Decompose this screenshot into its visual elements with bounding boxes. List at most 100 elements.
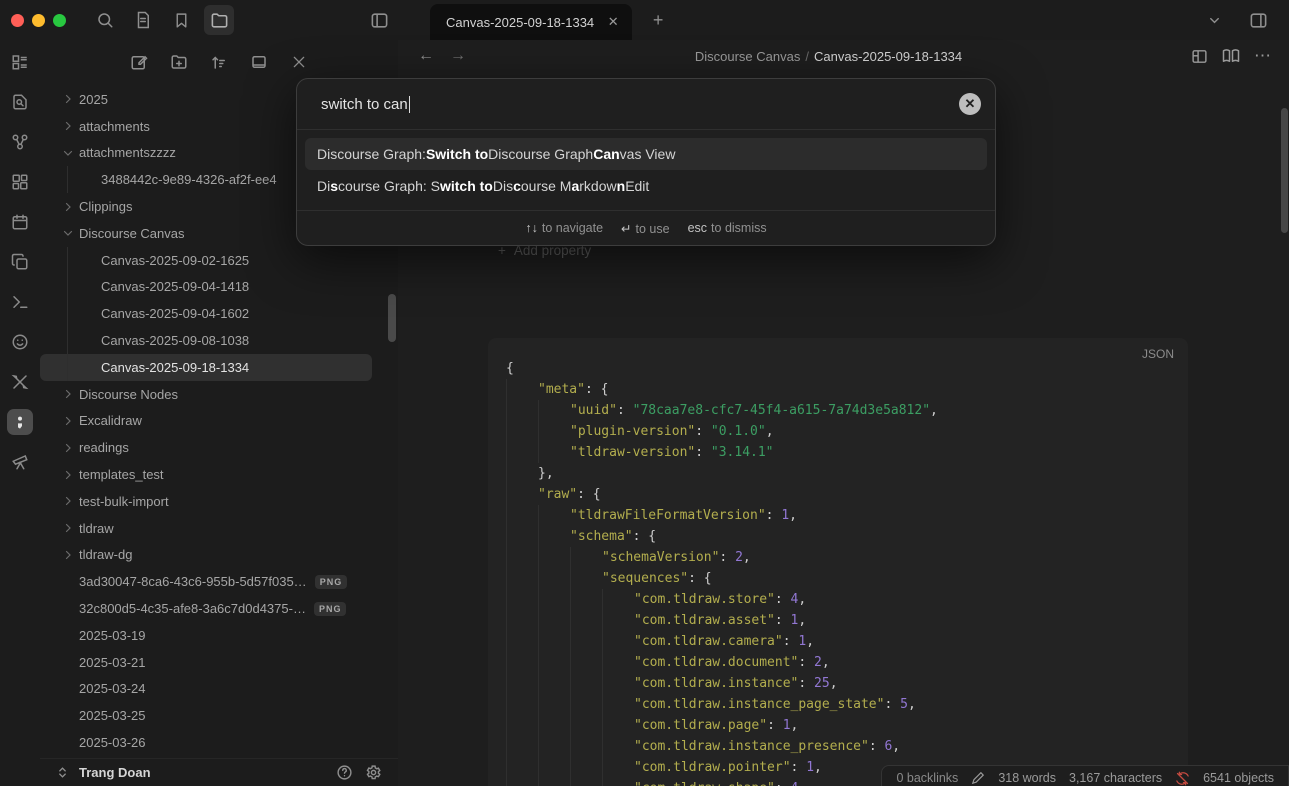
tree-folder[interactable]: tldraw-dg	[40, 542, 372, 569]
new-tab-button[interactable]: +	[646, 8, 670, 32]
file-search-icon[interactable]	[7, 89, 33, 115]
backlinks-count[interactable]: 0 backlinks	[896, 771, 958, 785]
tree-folder[interactable]: test-bulk-import	[40, 488, 372, 515]
search-icon[interactable]	[90, 5, 120, 35]
code-indent-guide	[506, 757, 538, 778]
chevron-right-icon[interactable]	[62, 415, 79, 427]
tab-close-icon[interactable]: ✕	[604, 13, 622, 31]
back-button[interactable]: ←	[418, 47, 434, 65]
tree-file[interactable]: 3ad30047-8ca6-43c6-955b-5d57f035…PNG	[40, 568, 372, 595]
vault-name[interactable]: Trang Doan	[79, 765, 151, 780]
chevron-right-icon[interactable]	[62, 442, 79, 454]
more-options-icon[interactable]: ⋯	[1254, 46, 1271, 66]
code-indent-guide	[538, 589, 570, 610]
palette-result[interactable]: Discourse Graph: Switch to Discourse Mar…	[305, 170, 987, 202]
vault-switcher-icon[interactable]	[56, 766, 69, 779]
tab-canvas-file[interactable]: Canvas-2025-09-18-1334 ✕	[430, 4, 632, 40]
tree-folder[interactable]: Discourse Nodes	[40, 381, 372, 408]
character-count[interactable]: 3,167 characters	[1069, 771, 1162, 785]
terminal-icon[interactable]	[7, 289, 33, 315]
list-icon[interactable]	[7, 49, 33, 75]
chevron-down-icon[interactable]	[62, 227, 79, 239]
tree-folder[interactable]: Excalidraw	[40, 408, 372, 435]
code-token: :	[775, 592, 791, 607]
tree-file[interactable]: Canvas-2025-09-18-1334	[40, 354, 372, 381]
minimize-window-button[interactable]	[32, 14, 45, 27]
tree-file[interactable]: Canvas-2025-09-04-1418	[40, 274, 372, 301]
code-indent-guide	[570, 631, 602, 652]
sort-order-icon[interactable]	[204, 47, 234, 77]
breadcrumb-current[interactable]: Canvas-2025-09-18-1334	[814, 49, 962, 64]
breadcrumb-parent[interactable]: Discourse Canvas	[695, 49, 801, 64]
chevron-down-icon[interactable]	[1199, 5, 1229, 35]
code-indent-guide	[538, 778, 570, 786]
forward-button[interactable]: →	[450, 47, 466, 65]
tree-file[interactable]: 2025-03-26	[40, 729, 372, 756]
tree-file[interactable]: Canvas-2025-09-04-1602	[40, 300, 372, 327]
bookmark-icon[interactable]	[166, 5, 196, 35]
tree-item-label: Excalidraw	[79, 413, 142, 428]
tree-folder[interactable]: templates_test	[40, 461, 372, 488]
tree-file[interactable]: 2025-03-19	[40, 622, 372, 649]
panel-right-icon[interactable]	[1243, 5, 1273, 35]
tree-file[interactable]: 2025-03-24	[40, 676, 372, 703]
tree-file[interactable]: 32c800d5-4c35-afe8-3a6c7d0d4375-…PNG	[40, 595, 372, 622]
chevron-right-icon[interactable]	[62, 495, 79, 507]
code-indent-guide	[506, 673, 538, 694]
chevron-right-icon[interactable]	[62, 388, 79, 400]
sidebar-scrollbar[interactable]	[388, 294, 396, 342]
tree-file[interactable]: Canvas-2025-09-08-1038	[40, 327, 372, 354]
layout-icon[interactable]	[1191, 48, 1208, 65]
objects-count[interactable]: 6541 objects	[1203, 771, 1274, 785]
json-code-block[interactable]: JSON {"meta": {"uuid": "78caa7e8-cfc7-45…	[488, 338, 1188, 786]
clear-search-icon[interactable]: ✕	[959, 93, 981, 115]
discourse-plugin-icon[interactable]	[7, 409, 33, 435]
chevron-down-icon[interactable]	[62, 147, 79, 159]
edit-mode-icon[interactable]	[971, 771, 985, 785]
palette-input[interactable]: switch to can ✕	[297, 79, 995, 129]
zoom-window-button[interactable]	[53, 14, 66, 27]
code-indent-guide	[538, 547, 570, 568]
copy-icon[interactable]	[7, 249, 33, 275]
graph-icon[interactable]	[7, 129, 33, 155]
chevron-right-icon[interactable]	[62, 549, 79, 561]
chevron-right-icon[interactable]	[62, 469, 79, 481]
expand-view-icon[interactable]	[244, 47, 274, 77]
tree-file[interactable]: 2025-03-25	[40, 702, 372, 729]
code-line: "com.tldraw.instance": 25,	[506, 673, 1170, 694]
code-line: "com.tldraw.page": 1,	[506, 715, 1170, 736]
word-count[interactable]: 318 words	[998, 771, 1056, 785]
reading-view-icon[interactable]	[1222, 47, 1240, 65]
tree-item-label: 2025	[79, 92, 108, 107]
collapse-all-icon[interactable]	[284, 47, 314, 77]
panel-left-icon[interactable]	[364, 5, 394, 35]
close-window-button[interactable]	[11, 14, 24, 27]
tree-file[interactable]: 2025-03-21	[40, 649, 372, 676]
help-icon[interactable]	[336, 764, 353, 781]
new-note-icon[interactable]	[124, 47, 154, 77]
chevron-right-icon[interactable]	[62, 522, 79, 534]
chevron-right-icon[interactable]	[62, 120, 79, 132]
code-token: "raw"	[538, 487, 577, 502]
palette-result[interactable]: Discourse Graph: Switch to Discourse Gra…	[305, 138, 987, 170]
tree-folder[interactable]: readings	[40, 434, 372, 461]
folder-icon[interactable]	[204, 5, 234, 35]
result-text-segment: c	[513, 178, 521, 194]
indent-guide	[67, 354, 73, 381]
chevron-right-icon[interactable]	[62, 201, 79, 213]
new-folder-icon[interactable]	[164, 47, 194, 77]
smile-icon[interactable]	[7, 329, 33, 355]
settings-gear-icon[interactable]	[365, 764, 382, 781]
canvas-icon[interactable]	[7, 169, 33, 195]
tools-icon[interactable]	[7, 369, 33, 395]
telescope-icon[interactable]	[7, 449, 33, 475]
main-scrollbar[interactable]	[1281, 108, 1288, 233]
chevron-right-icon[interactable]	[62, 93, 79, 105]
note-icon[interactable]	[128, 5, 158, 35]
tree-file[interactable]: Canvas-2025-09-02-1625	[40, 247, 372, 274]
tree-folder[interactable]: tldraw	[40, 515, 372, 542]
code-line: "com.tldraw.document": 2,	[506, 652, 1170, 673]
sync-off-icon[interactable]	[1175, 771, 1190, 786]
calendar-icon[interactable]	[7, 209, 33, 235]
code-indent-guide	[602, 736, 634, 757]
